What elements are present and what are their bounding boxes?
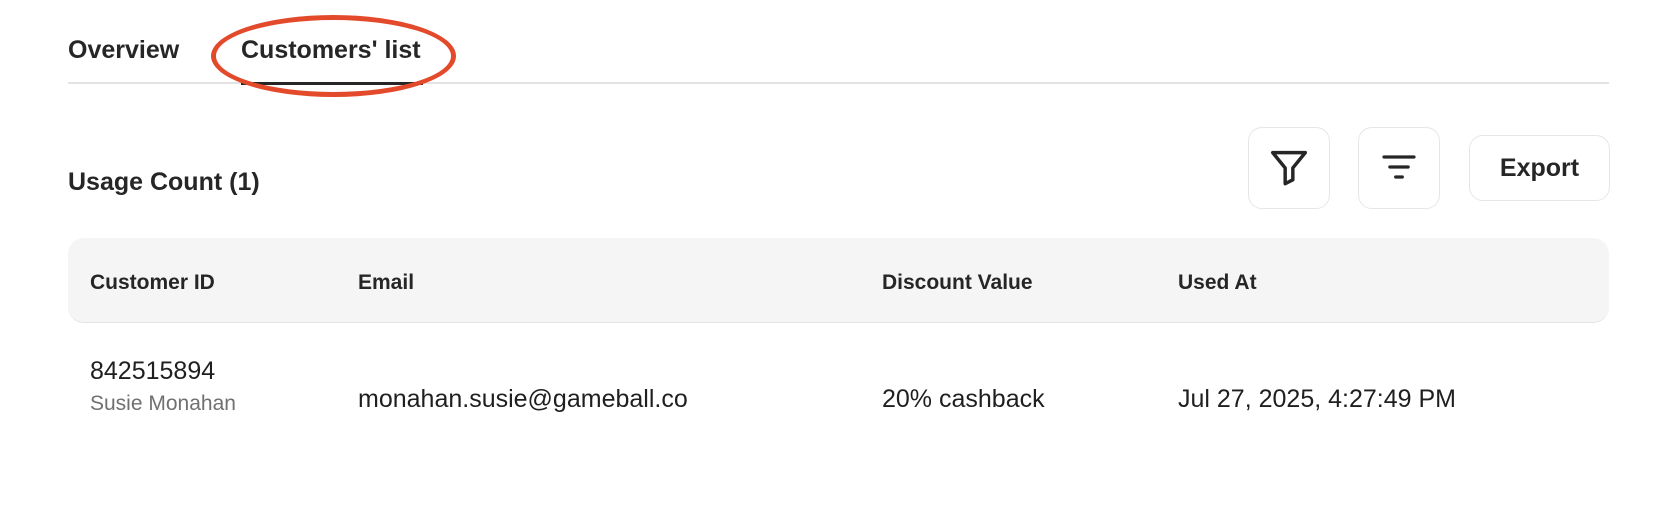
filter-button[interactable]: [1248, 127, 1330, 209]
tab-customers-list[interactable]: Customers' list: [241, 36, 421, 65]
customer-email: monahan.susie@gameball.co: [358, 385, 688, 413]
filter-icon: [1266, 144, 1312, 193]
customer-id: 842515894: [90, 357, 216, 385]
customers-list-page: Overview Customers' list Usage Count (1)…: [0, 0, 1670, 514]
tab-overview[interactable]: Overview: [68, 36, 179, 65]
header-discount-value[interactable]: Discount Value: [882, 271, 1033, 295]
used-at: Jul 27, 2025, 4:27:49 PM: [1178, 385, 1456, 413]
active-tab-indicator: [241, 82, 423, 85]
header-used-at[interactable]: Used At: [1178, 271, 1257, 295]
export-button[interactable]: Export: [1469, 135, 1610, 201]
header-email[interactable]: Email: [358, 271, 414, 295]
table-row[interactable]: 842515894 Susie Monahan monahan.susie@ga…: [68, 323, 1609, 443]
sort-lines-icon: [1379, 147, 1419, 190]
discount-value: 20% cashback: [882, 385, 1045, 413]
usage-count-title: Usage Count (1): [68, 168, 260, 196]
sort-button[interactable]: [1358, 127, 1440, 209]
header-customer-id[interactable]: Customer ID: [90, 271, 215, 295]
table-header: Customer ID Email Discount Value Used At: [68, 238, 1609, 323]
customer-name: Susie Monahan: [90, 392, 236, 415]
tab-bar: Overview Customers' list: [68, 0, 1609, 85]
